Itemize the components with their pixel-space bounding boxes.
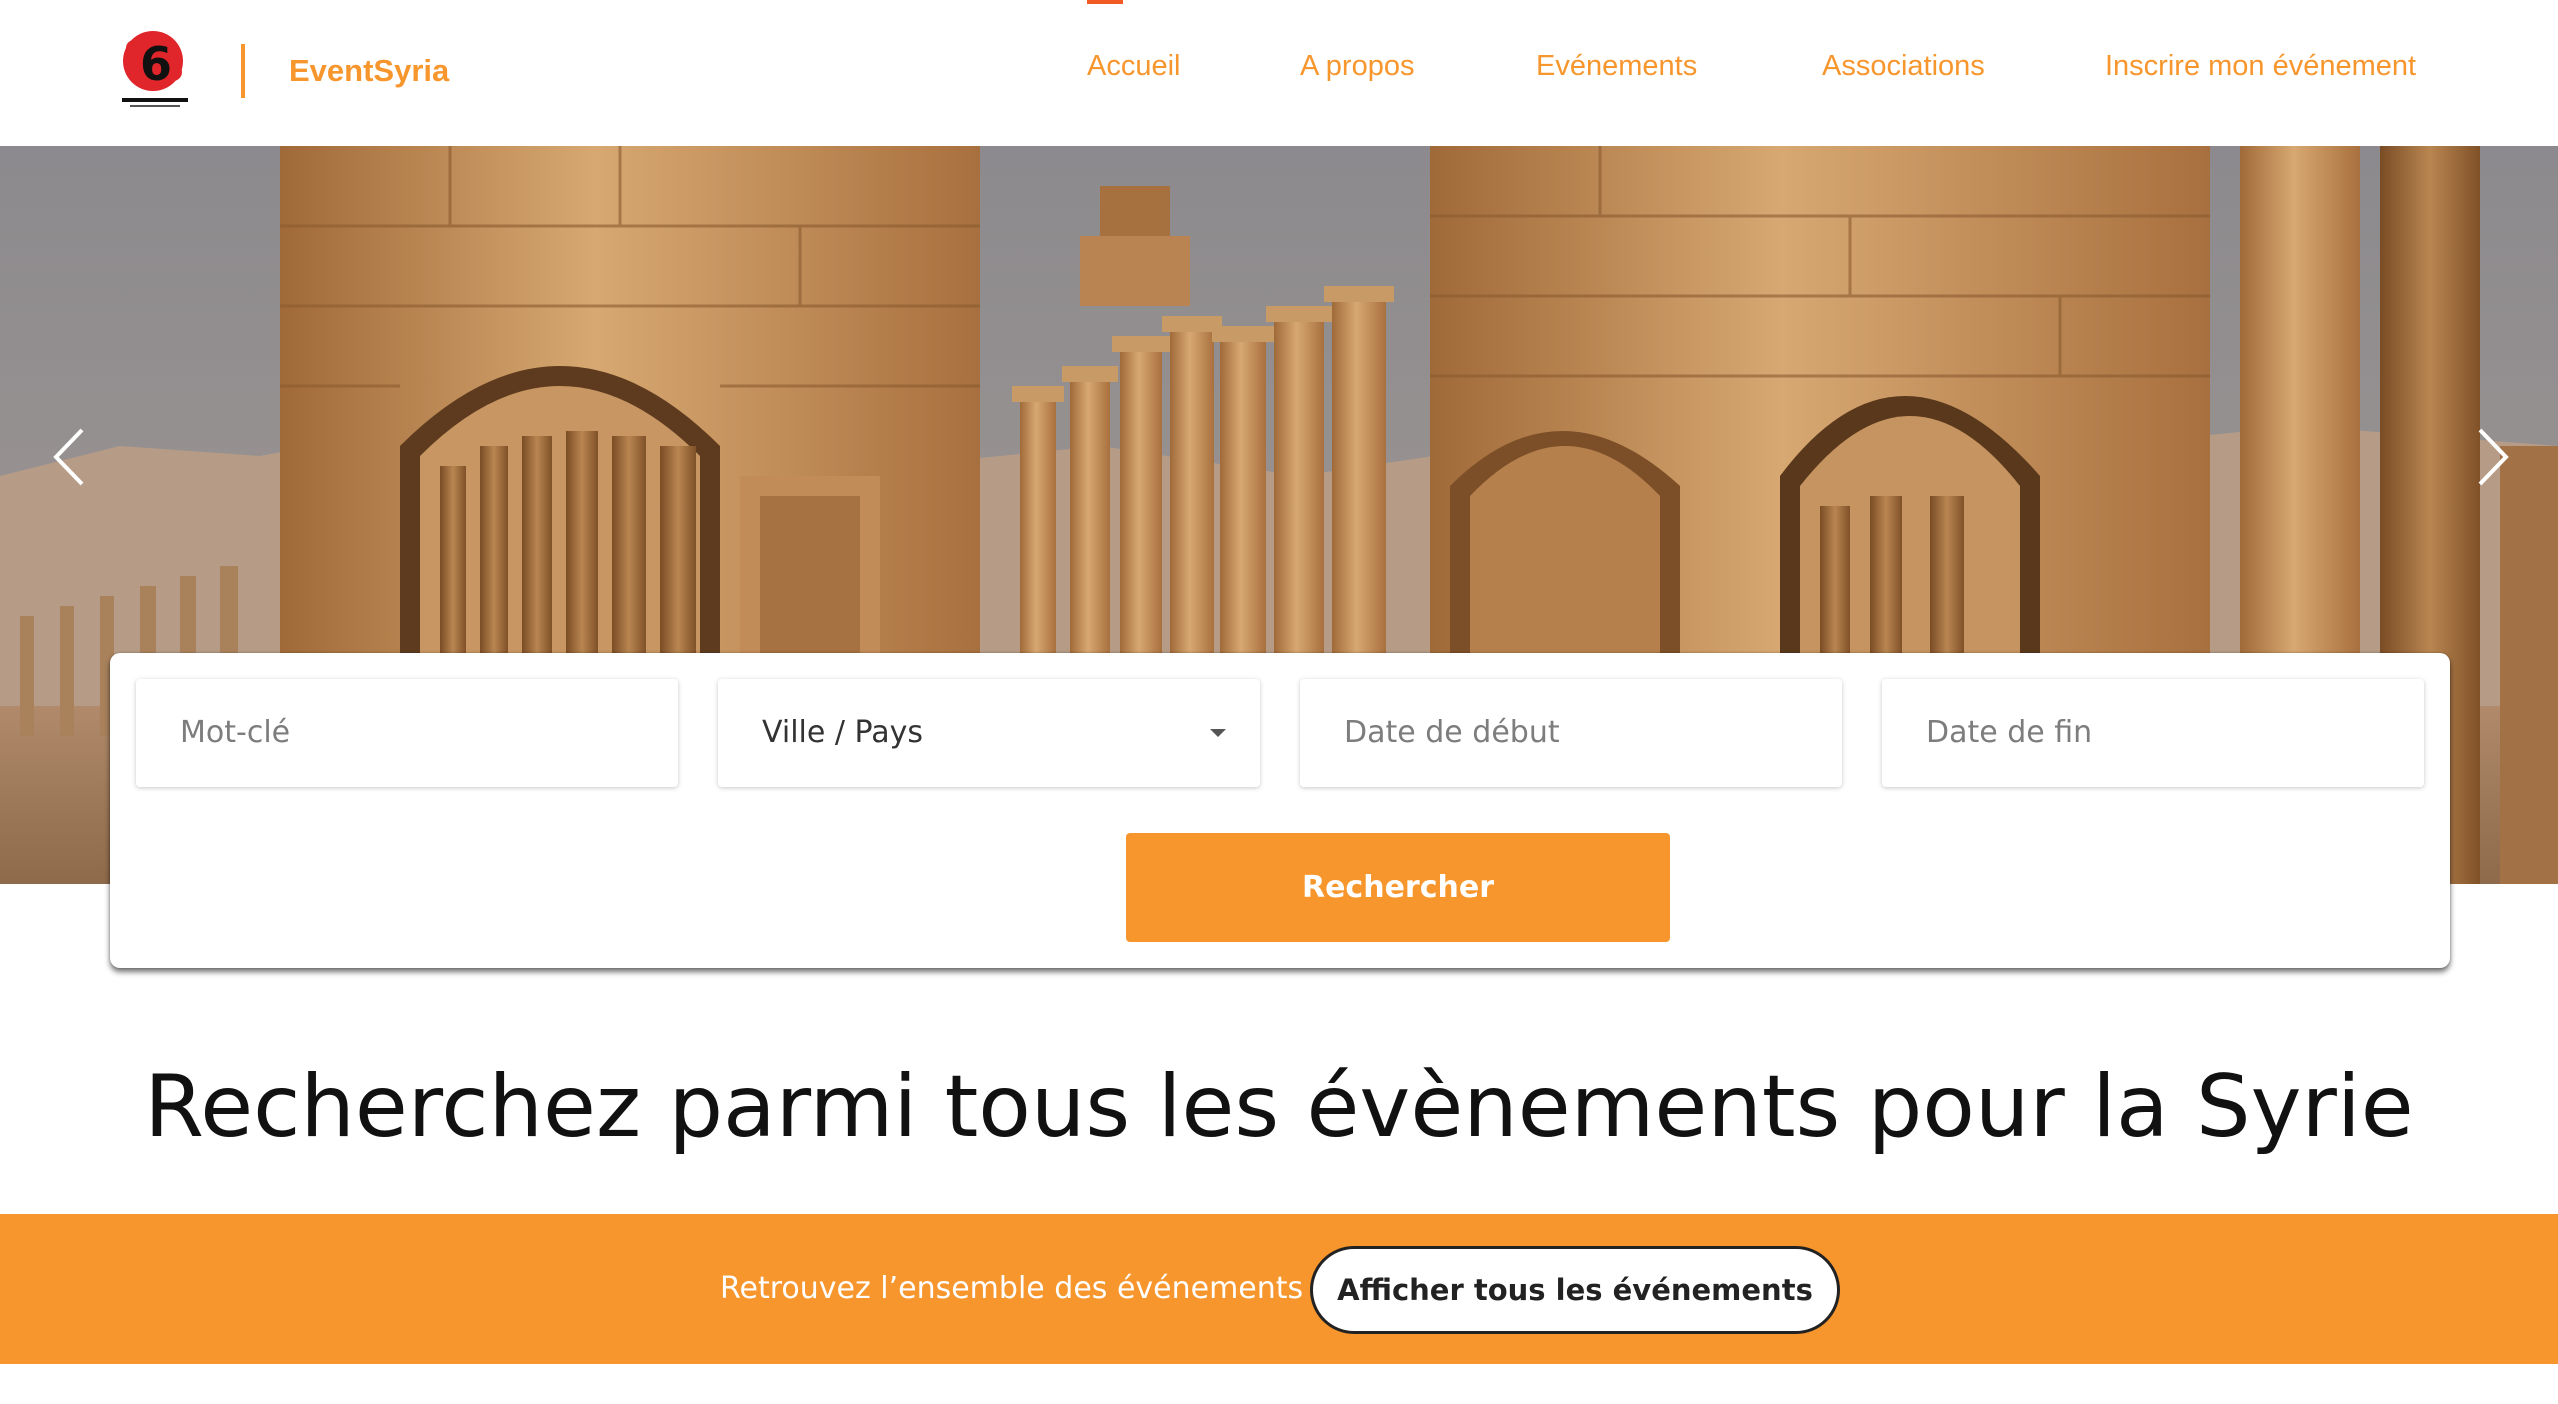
brand-name[interactable]: EventSyria	[289, 52, 449, 90]
site-header: 6 EventSyria Accueil A propos Evénements…	[0, 0, 2558, 146]
nav-active-marker	[1087, 0, 1123, 4]
all-events-banner: Retrouvez l’ensemble des événements Affi…	[0, 1214, 2558, 1364]
carousel-prev-chevron-left-icon[interactable]	[40, 412, 100, 502]
location-select-value: Ville / Pays	[762, 715, 924, 750]
brand-divider	[241, 44, 245, 98]
location-select[interactable]: Ville / Pays	[718, 679, 1260, 787]
start-date-input[interactable]: Date de début	[1300, 679, 1842, 787]
nav-evenements[interactable]: Evénements	[1536, 48, 1697, 84]
end-date-input[interactable]: Date de fin	[1882, 679, 2424, 787]
nav-accueil[interactable]: Accueil	[1087, 48, 1181, 84]
search-panel: Mot-clé Ville / Pays Date de début Date …	[110, 653, 2450, 968]
all-events-text: Retrouvez l’ensemble des événements	[720, 1271, 1304, 1306]
nav-associations[interactable]: Associations	[1822, 48, 1985, 84]
caret-down-icon	[1210, 729, 1226, 737]
show-all-events-button[interactable]: Afficher tous les événements	[1310, 1246, 1840, 1334]
keyword-input[interactable]: Mot-clé	[136, 679, 678, 787]
logo-six-glyph: 6	[140, 37, 172, 91]
search-button[interactable]: Rechercher	[1126, 833, 1670, 942]
carousel-next-chevron-right-icon[interactable]	[2462, 412, 2522, 502]
brand-logo[interactable]: 6	[118, 28, 192, 112]
nav-a-propos[interactable]: A propos	[1300, 48, 1414, 84]
page-headline: Recherchez parmi tous les évènements pou…	[144, 1057, 2414, 1157]
nav-inscrire-evenement[interactable]: Inscrire mon événement	[2105, 48, 2416, 84]
